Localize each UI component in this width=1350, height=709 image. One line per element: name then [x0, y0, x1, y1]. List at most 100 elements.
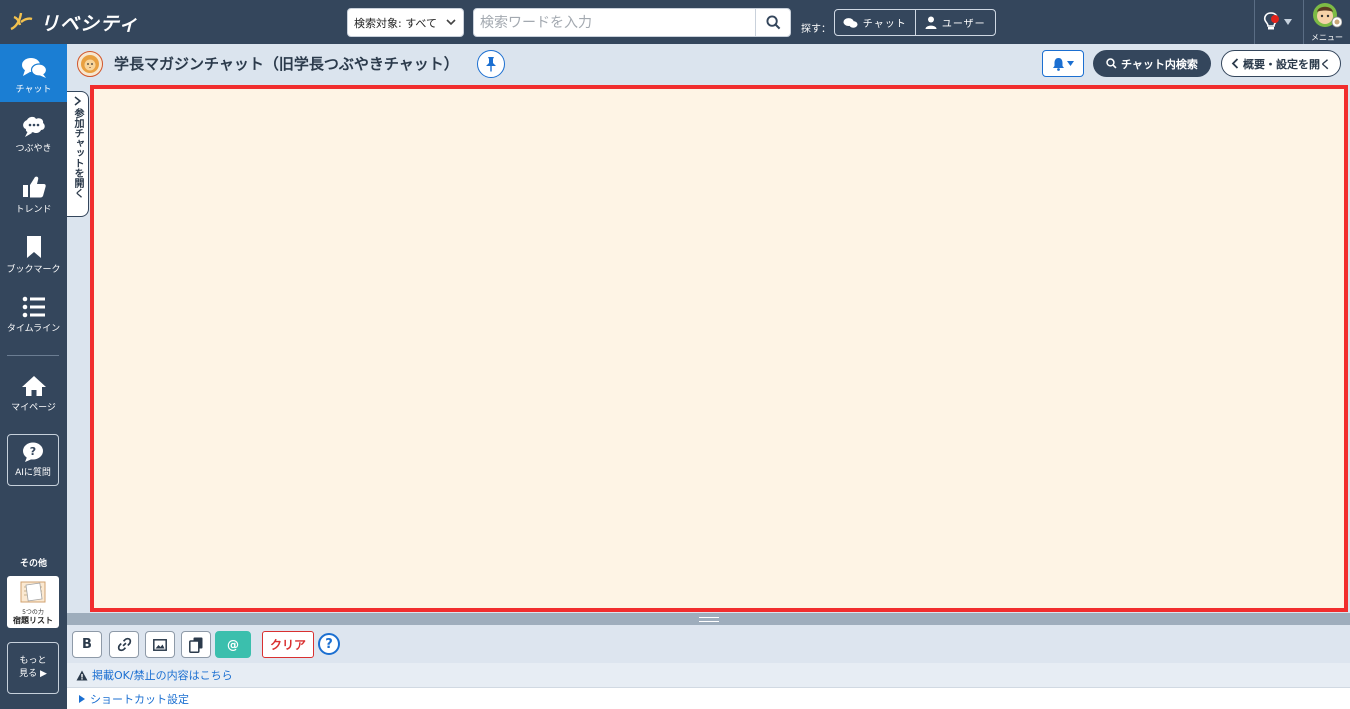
leaf-logo-icon [10, 12, 33, 31]
help-icon: ? [325, 636, 333, 652]
avatar [1313, 3, 1343, 28]
clear-button[interactable]: クリア [262, 631, 314, 658]
chat-search-label: チャット内検索 [1121, 57, 1198, 71]
other-section-label: その他 [19, 559, 47, 569]
top-header: リベシティ 検索対象: すべて 探す： チャット ユーザー [0, 0, 1350, 44]
sidebar-item-timeline[interactable]: タイムライン [0, 296, 67, 334]
svg-text:?: ? [30, 445, 36, 458]
bell-icon [1053, 57, 1064, 71]
warning-icon [76, 670, 88, 680]
chat-bubbles-icon [21, 58, 47, 78]
homework-list-title: 宿題リスト [13, 616, 53, 625]
hint-button[interactable] [1262, 9, 1298, 35]
sidebar-item-trend[interactable]: トレンド [0, 175, 67, 215]
find-group: チャット ユーザー [834, 9, 996, 36]
sidebar-divider [7, 355, 59, 356]
posting-rules-text: 掲載OK/禁止の内容はこちら [92, 669, 233, 682]
search-scope-value: 検索対象: すべて [354, 16, 437, 30]
lightbulb-icon [1263, 12, 1279, 30]
sidebar-item-label: つぶやき [15, 144, 52, 154]
chat-search-button[interactable]: チャット内検索 [1093, 50, 1211, 77]
ask-ai-button[interactable]: ? AIに質問 [7, 434, 59, 486]
sidebar-item-label: チャット [15, 85, 52, 95]
ask-ai-label: AIに質問 [15, 468, 51, 478]
chevron-left-icon [1231, 58, 1239, 69]
header-divider [1303, 0, 1304, 44]
link-icon [117, 637, 131, 652]
image-button[interactable] [145, 631, 175, 658]
menu-label: メニュー [1311, 33, 1343, 42]
lion-icon [81, 55, 99, 73]
bold-button[interactable]: B [72, 631, 102, 658]
search-button[interactable] [755, 8, 791, 37]
find-chat-label: チャット [862, 19, 907, 30]
notebook-icon [20, 581, 46, 603]
copy-button[interactable] [181, 631, 211, 658]
chat-bubbles-icon [843, 17, 858, 28]
logo-text: リベシティ [40, 12, 139, 35]
posting-rules-link[interactable]: 掲載OK/禁止の内容はこちら [67, 663, 1350, 687]
copy-icon [189, 637, 203, 653]
sidebar-item-tsubuyaki[interactable]: つぶやき [0, 116, 67, 154]
pin-button[interactable] [477, 50, 505, 78]
question-bubble-icon: ? [23, 442, 43, 462]
find-user-button[interactable]: ユーザー [914, 10, 996, 35]
sidebar-item-label: ブックマーク [6, 265, 61, 275]
shortcut-settings-toggle[interactable]: ショートカット設定 [67, 687, 1350, 709]
sidebar-item-label: トレンド [15, 205, 52, 215]
chat-header: 学長マガジンチャット（旧学長つぶやきチャット） チャット内検索 概要・設定を開く [67, 44, 1350, 84]
left-sidebar: チャット つぶやき トレンド ブックマーク タイムライン マイページ ? AIに… [0, 44, 67, 709]
composer-resize-handle[interactable] [67, 613, 1350, 625]
clear-label: クリア [269, 638, 306, 652]
sidebar-item-label: タイムライン [6, 324, 61, 334]
chat-room-avatar [77, 51, 103, 77]
triangle-right-icon [79, 694, 85, 703]
search-input[interactable] [473, 8, 756, 37]
more-line-1: もっと [19, 656, 47, 666]
notification-setting-button[interactable] [1042, 50, 1084, 77]
image-icon [153, 638, 167, 651]
thumbs-up-icon [22, 176, 46, 198]
bold-label: B [82, 637, 92, 652]
page-title: 学長マガジンチャット（旧学長つぶやきチャット） [114, 55, 459, 73]
bookmark-icon [26, 236, 41, 258]
open-joined-chats-label: 参加チャットを開く [72, 108, 83, 198]
link-button[interactable] [109, 631, 139, 658]
find-chat-button[interactable]: チャット [835, 10, 915, 35]
message-composer: B @ クリア ? 掲載OK/禁止の内容はこちら ショートカット設定 [67, 625, 1350, 709]
list-icon [22, 296, 45, 318]
user-menu-button[interactable]: メニュー [1307, 2, 1347, 42]
open-overview-label: 概要・設定を開く [1243, 57, 1331, 71]
more-line-2: 見る ▶ [19, 669, 47, 679]
shortcut-settings-text: ショートカット設定 [90, 692, 189, 706]
grip-icon [698, 616, 719, 622]
open-joined-chats-tab[interactable]: 参加チャットを開く [67, 91, 89, 217]
sidebar-item-mypage[interactable]: マイページ [0, 375, 67, 413]
pin-icon [486, 57, 496, 72]
homework-list-card[interactable]: 5つの力 宿題リスト [7, 576, 59, 628]
mention-label: @ [227, 637, 239, 652]
logo[interactable]: リベシティ [8, 8, 139, 36]
find-label: 探す： [801, 24, 831, 35]
sidebar-item-label: マイページ [11, 403, 56, 413]
search-scope-select[interactable]: 検索対象: すべて [347, 8, 464, 37]
help-button[interactable]: ? [318, 633, 340, 655]
user-icon [925, 16, 937, 29]
more-button[interactable]: もっと 見る ▶ [7, 642, 59, 694]
search-icon [765, 15, 780, 30]
message-list[interactable] [90, 85, 1348, 612]
find-user-label: ユーザー [941, 19, 986, 30]
caret-down-icon [1067, 61, 1074, 66]
chevron-down-icon [446, 19, 456, 26]
homework-list-sub: 5つの力 [22, 609, 44, 616]
sidebar-item-chat[interactable]: チャット [0, 44, 67, 102]
sidebar-item-bookmark[interactable]: ブックマーク [0, 235, 67, 275]
caret-down-icon [1284, 19, 1292, 25]
open-overview-button[interactable]: 概要・設定を開く [1221, 50, 1341, 77]
home-icon [21, 376, 46, 396]
mention-button[interactable]: @ [215, 631, 251, 658]
speech-cloud-icon [22, 116, 45, 137]
header-divider [1254, 0, 1255, 44]
search-icon [1106, 58, 1117, 69]
chevron-right-icon [74, 96, 82, 106]
